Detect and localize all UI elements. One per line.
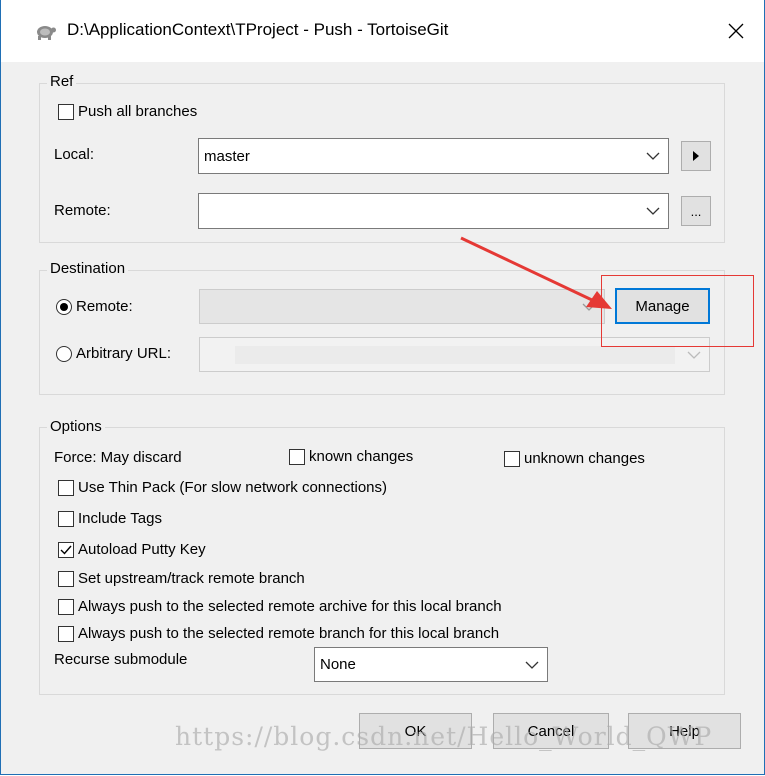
play-icon	[693, 151, 699, 161]
recurse-submodule-combo[interactable]: None	[314, 647, 548, 682]
autoload-putty-key-checkbox[interactable]	[58, 542, 74, 558]
push-dialog: D:\ApplicationContext\TProject - Push - …	[0, 0, 765, 775]
always-push-branch-checkbox[interactable]	[58, 626, 74, 642]
arbitrary-url-input[interactable]	[235, 346, 675, 364]
set-upstream-checkbox[interactable]	[58, 571, 74, 587]
push-all-branches-label: Push all branches	[78, 103, 198, 120]
chevron-down-icon	[582, 303, 596, 311]
known-changes-checkbox[interactable]	[289, 449, 305, 465]
arbitrary-url-label: Arbitrary URL:	[76, 345, 172, 362]
recurse-submodule-label: Recurse submodule	[54, 651, 188, 668]
recurse-submodule-value: None	[320, 656, 356, 673]
annotation-highlight-box	[601, 275, 754, 347]
window-title: D:\ApplicationContext\TProject - Push - …	[67, 20, 449, 39]
checkmark-icon	[60, 545, 72, 555]
always-push-archive-checkbox[interactable]	[58, 599, 74, 615]
local-branch-value: master	[204, 148, 250, 165]
include-tags-label: Include Tags	[78, 510, 162, 527]
push-all-branches-checkbox[interactable]	[58, 104, 74, 120]
chevron-down-icon	[646, 152, 660, 160]
unknown-changes-checkbox[interactable]	[504, 451, 520, 467]
use-thin-pack-checkbox[interactable]	[58, 480, 74, 496]
include-tags-checkbox[interactable]	[58, 511, 74, 527]
close-icon	[728, 23, 744, 39]
arbitrary-url-radio[interactable]	[56, 346, 72, 362]
chevron-down-icon	[646, 207, 660, 215]
tortoisegit-icon	[37, 26, 56, 40]
local-label: Local:	[54, 146, 95, 163]
remote-radio-label: Remote:	[76, 298, 133, 315]
chevron-down-icon	[525, 661, 539, 669]
remote-label: Remote:	[54, 202, 111, 219]
local-select-button[interactable]	[681, 141, 711, 171]
chevron-down-icon	[687, 351, 701, 359]
always-push-archive-label: Always push to the selected remote archi…	[78, 598, 502, 615]
options-group-label: Options	[47, 418, 105, 435]
known-changes-label: known changes	[309, 448, 414, 465]
watermark: https://blog.csdn.net/Hello_World_QWP	[175, 722, 713, 751]
remote-radio[interactable]	[56, 299, 72, 315]
title-bar: D:\ApplicationContext\TProject - Push - …	[1, 0, 764, 62]
use-thin-pack-label: Use Thin Pack (For slow network connecti…	[78, 479, 388, 496]
always-push-branch-label: Always push to the selected remote branc…	[78, 625, 500, 642]
local-branch-combo[interactable]: master	[198, 138, 669, 174]
set-upstream-label: Set upstream/track remote branch	[78, 570, 305, 587]
remote-destination-combo[interactable]	[199, 289, 605, 324]
unknown-changes-label: unknown changes	[524, 450, 645, 467]
remote-branch-combo[interactable]	[198, 193, 669, 229]
ref-group-label: Ref	[47, 73, 77, 90]
autoload-putty-key-label: Autoload Putty Key	[78, 541, 206, 558]
force-label: Force: May discard	[54, 449, 182, 466]
destination-group-label: Destination	[47, 260, 129, 277]
remote-browse-button[interactable]: ...	[681, 196, 711, 226]
close-button[interactable]	[708, 0, 764, 62]
